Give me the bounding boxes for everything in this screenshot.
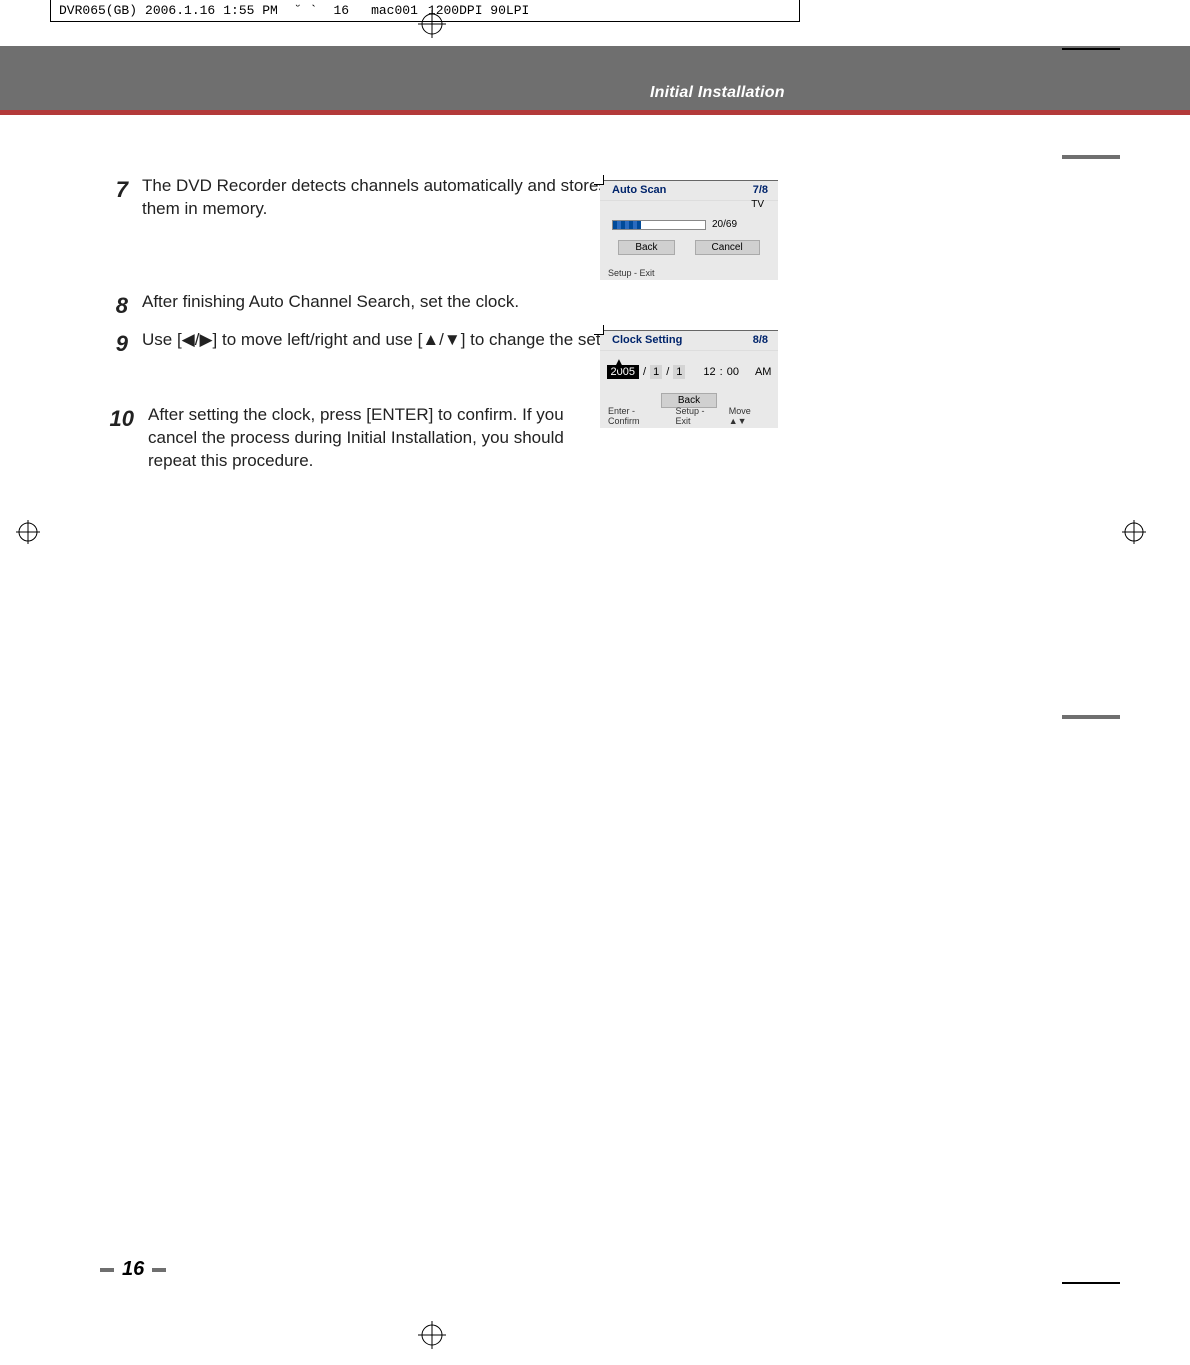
crop-mark-bottom-icon — [418, 1321, 446, 1349]
osd-clock-panel: Clock Setting 8/8 ▲▼ 2005 / 1 / 1 12 : 0… — [600, 330, 778, 428]
section-title: Initial Installation — [650, 84, 785, 102]
osd-autoscan-progress: 20/69 — [712, 219, 737, 230]
crop-cross-right-icon — [1122, 520, 1146, 544]
osd-autoscan-footer: Setup - Exit — [608, 268, 770, 278]
print-file: DVR065(GB) — [59, 3, 137, 18]
page-number: 16 — [100, 1258, 166, 1281]
step-8-number: 8 — [104, 291, 128, 321]
step-8: 8 After finishing Auto Channel Search, s… — [104, 291, 779, 321]
osd-clock-row: 2005 / 1 / 1 12 : 00 AM — [600, 365, 778, 379]
osd-autoscan-header: Auto Scan 7/8 — [600, 181, 778, 201]
print-date: 2006.1.16 — [145, 3, 215, 18]
step-8-text: After finishing Auto Channel Search, set… — [142, 291, 519, 321]
clock-month-field[interactable]: 1 — [650, 365, 662, 379]
osd-autoscan-tv: TV — [751, 199, 764, 210]
clock-colon: : — [720, 366, 723, 378]
osd-autoscan-step: 7/8 — [753, 184, 768, 196]
step-7-number: 7 — [104, 175, 128, 221]
osd-clock-header: Clock Setting 8/8 — [600, 331, 778, 351]
osd-clock-step: 8/8 — [753, 334, 768, 346]
step-9-number: 9 — [104, 329, 128, 359]
osd-autoscan-buttons: Back Cancel — [600, 240, 778, 255]
osd-clock-footer: Enter - Confirm Setup - Exit Move ▲▼ — [608, 406, 770, 426]
up-down-arrows-icon: ▲▼ — [614, 359, 624, 373]
osd-clock-footer-move: Move ▲▼ — [729, 406, 770, 426]
step-7-text: The DVD Recorder detects channels automa… — [142, 175, 612, 221]
clock-day-field[interactable]: 1 — [673, 365, 685, 379]
page-dash-left-icon — [100, 1268, 114, 1272]
clock-min-field[interactable]: 00 — [727, 366, 739, 378]
step-9-text: Use [◀/▶] to move left/right and use [▲/… — [142, 329, 641, 359]
osd-autoscan-title: Auto Scan — [612, 184, 666, 196]
osd-cancel-button[interactable]: Cancel — [695, 240, 760, 255]
osd-clock-title: Clock Setting — [612, 334, 682, 346]
page-dash-right-icon — [152, 1268, 166, 1272]
header-band — [0, 46, 1190, 110]
header-red-stripe — [0, 110, 1190, 115]
osd-autoscan-footer-text: Setup - Exit — [608, 268, 655, 278]
osd-autoscan-progressbar — [612, 220, 706, 230]
page-number-value: 16 — [122, 1258, 144, 1281]
step-10-text: After setting the clock, press [ENTER] t… — [148, 404, 608, 473]
osd-clock-footer-enter: Enter - Confirm — [608, 406, 667, 426]
osd-back-button[interactable]: Back — [618, 240, 674, 255]
step-10-number: 10 — [104, 404, 134, 473]
print-mark2: ` — [310, 3, 318, 18]
crop-mark-top-icon — [418, 10, 446, 38]
reg-line-bottom-right — [1062, 1282, 1120, 1284]
print-mark1: ˘ — [294, 3, 302, 18]
print-time: 1:55 PM — [223, 3, 278, 18]
crop-cross-left-icon — [16, 520, 40, 544]
clock-sep1: / — [643, 366, 646, 378]
reg-mark-top-right — [1062, 155, 1120, 159]
osd-clock-footer-setup: Setup - Exit — [675, 406, 720, 426]
progress-fill-icon — [613, 221, 641, 229]
reg-line-top-right — [1062, 48, 1120, 50]
reg-mark-mid-right — [1062, 715, 1120, 719]
osd-autoscan-progress-row: 20/69 — [612, 219, 778, 230]
osd-autoscan-panel: Auto Scan 7/8 TV 20/69 Back Cancel Setup… — [600, 180, 778, 280]
print-device: mac001 — [371, 3, 418, 18]
print-page: 16 — [333, 3, 349, 18]
clock-ampm-field[interactable]: AM — [755, 366, 772, 378]
clock-sep2: / — [666, 366, 669, 378]
clock-hour-field[interactable]: 12 — [703, 366, 715, 378]
